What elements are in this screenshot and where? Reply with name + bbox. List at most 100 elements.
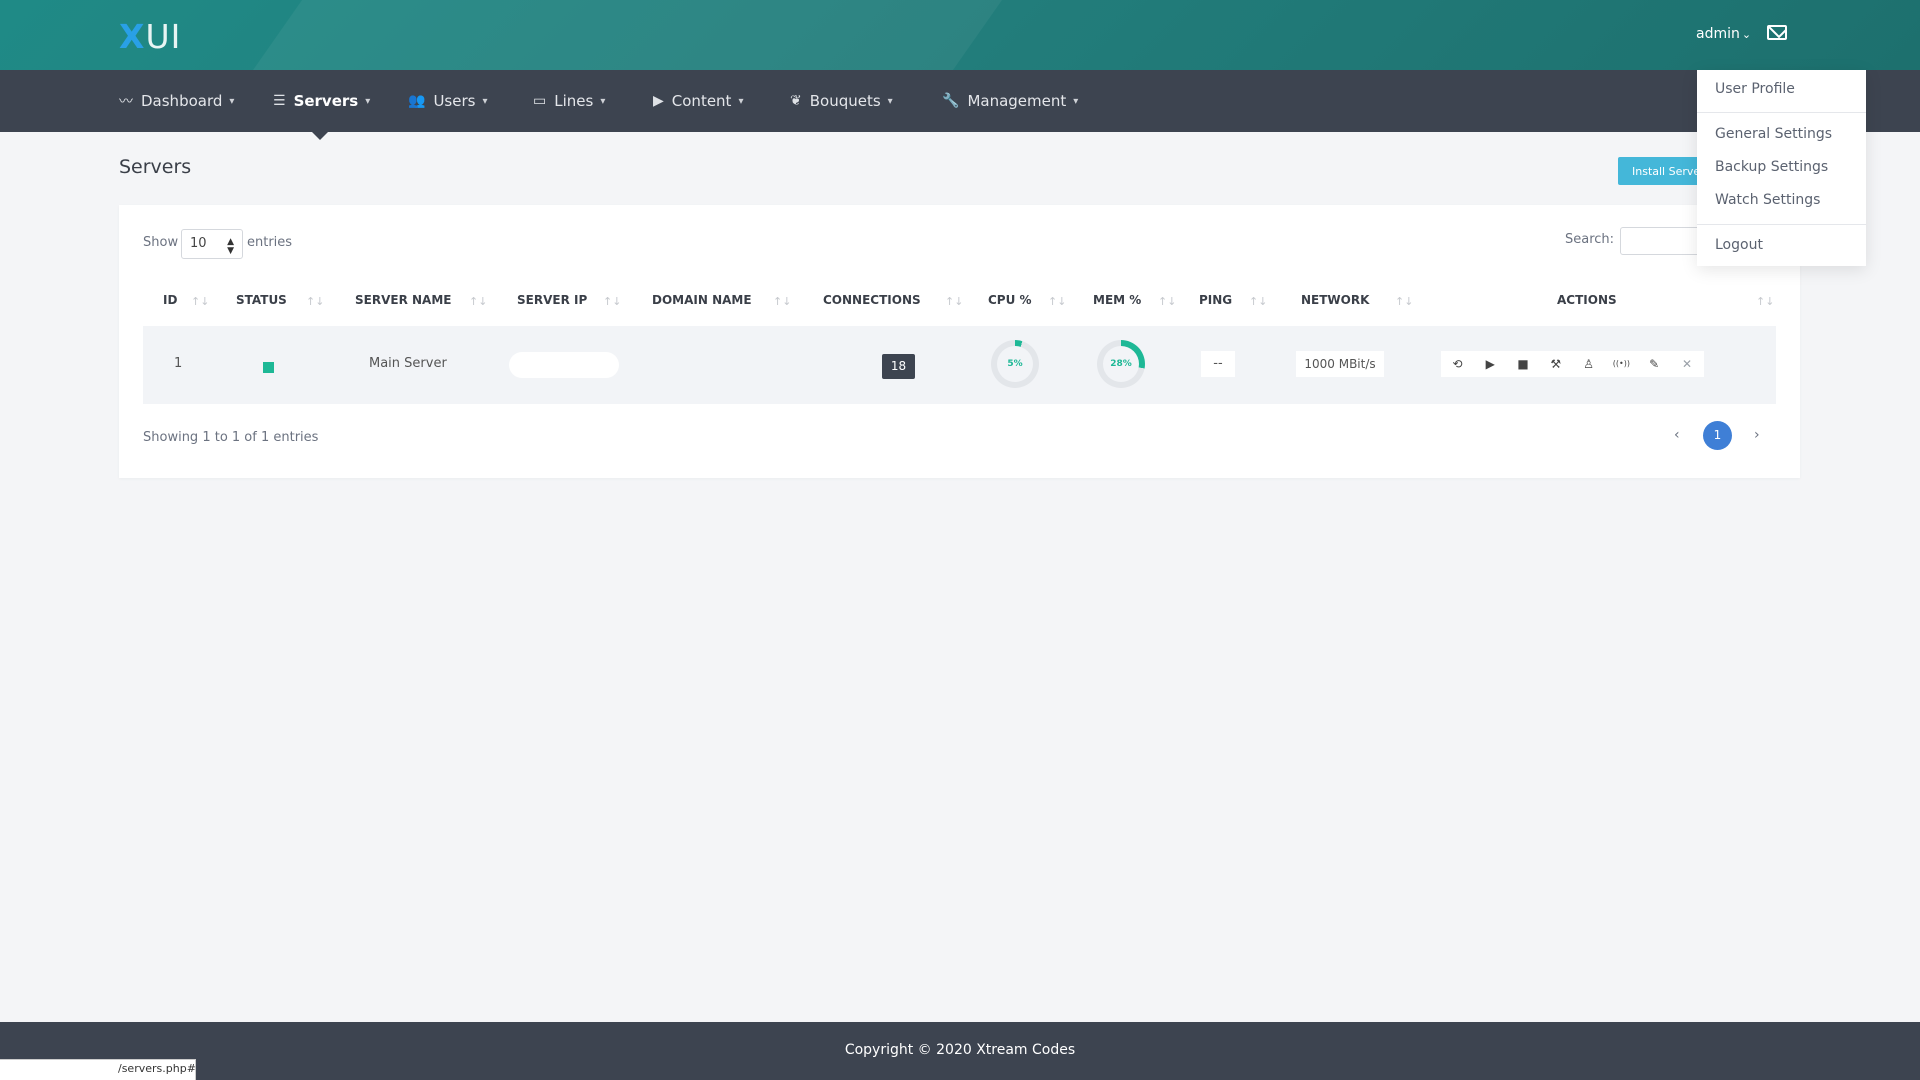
page-title: Servers [119,156,192,178]
nav-label: Users [433,92,476,110]
search-label: Search: [1565,232,1615,247]
menu-item-backup-settings[interactable]: Backup Settings [1715,159,1828,175]
column-header-id[interactable]: ID [163,293,177,307]
sort-icon[interactable]: ↑↓ [1158,295,1176,308]
nav-item-management[interactable]: 🔧 Management ▾ [942,70,1078,132]
chevron-down-icon: ▾ [738,95,744,107]
users-icon: 👥 [408,93,426,109]
sort-icon[interactable]: ↑↓ [469,295,487,308]
cpu-usage-gauge: 5% [991,340,1039,388]
nav-label: Management [967,92,1067,110]
sort-icon[interactable]: ↑↓ [945,295,963,308]
sort-icon[interactable]: ↑↓ [1048,295,1066,308]
column-header-status[interactable]: STATUS [236,293,287,307]
cell-server-name: Main Server [369,356,447,371]
tools-icon[interactable]: ⚒ [1539,351,1572,377]
chevron-down-icon: ▾ [1073,95,1079,107]
browser-status-url: /servers.php# [118,1062,196,1075]
activity-icon: 〰 [119,94,133,110]
wrench-icon: 🔧 [942,93,960,109]
nav-label: Dashboard [141,92,223,110]
broadcast-icon[interactable]: ((•)) [1605,351,1638,377]
pagination-prev-icon[interactable]: ‹ [1674,427,1680,443]
logo-text: UI [145,17,182,56]
cell-id: 1 [174,356,183,371]
footer-copyright: Copyright © 2020 Xtream Codes [844,1042,1076,1058]
pagination-next-icon[interactable]: › [1754,427,1760,443]
main-nav: 〰 Dashboard ▾ ☰ Servers ▾ 👥 Users ▾ ▭ Li… [0,70,1920,132]
nav-label: Content [671,92,732,110]
entries-per-page-select[interactable]: 10 ▲ ▼ [181,229,243,259]
column-header-server-name[interactable]: SERVER NAME [355,293,451,307]
monitor-icon: ▭ [533,93,547,109]
sort-icon[interactable]: ↑↓ [306,295,324,308]
cell-server-ip [509,352,619,378]
bouquet-icon: ❦ [790,93,802,109]
chevron-down-icon: ⌄ [1741,28,1752,41]
edit-icon[interactable]: ✎ [1638,351,1671,377]
column-header-server-ip[interactable]: SERVER IP [517,293,587,307]
show-label: Show [143,235,179,250]
status-online-icon [263,362,274,373]
brand-logo[interactable]: XUI [119,17,181,56]
column-header-cpu[interactable]: CPU % [988,293,1032,307]
menu-divider [1697,112,1866,113]
select-arrows-icon: ▲ ▼ [227,237,234,256]
chevron-down-icon: ▾ [365,95,371,107]
mem-usage-gauge: 28% [1097,340,1145,388]
sort-icon[interactable]: ↑↓ [1756,295,1774,308]
nav-item-lines[interactable]: ▭ Lines ▾ [533,70,605,132]
network-badge: 1000 MBit/s [1296,351,1384,377]
nav-item-users[interactable]: 👥 Users ▾ [408,70,487,132]
top-header: XUI admin ⌄ [0,0,1920,70]
nav-item-dashboard[interactable]: 〰 Dashboard ▾ [119,70,234,132]
menu-item-logout[interactable]: Logout [1715,237,1763,253]
restart-services-icon[interactable]: ⟲ [1441,351,1474,377]
user-menu-toggle[interactable]: admin ⌄ [1696,26,1751,42]
chevron-down-icon: ▾ [600,95,606,107]
logo-x: X [119,17,146,56]
nav-item-bouquets[interactable]: ❦ Bouquets ▾ [790,70,893,132]
pagination-info: Showing 1 to 1 of 1 entries [143,430,319,445]
menu-item-general-settings[interactable]: General Settings [1715,126,1832,142]
menu-item-user-profile[interactable]: User Profile [1715,81,1795,97]
sort-icon[interactable]: ↑↓ [603,295,621,308]
menu-divider [1697,224,1866,225]
active-nav-indicator [312,132,328,140]
stop-icon[interactable]: ■ [1507,351,1540,377]
sort-icon[interactable]: ↑↓ [773,295,791,308]
sort-icon[interactable]: ↑↓ [1395,295,1413,308]
chevron-down-icon: ▾ [887,95,893,107]
mem-usage-label: 28% [1103,346,1139,382]
menu-item-watch-settings[interactable]: Watch Settings [1715,192,1820,208]
user-dropdown-menu: User Profile General Settings Backup Set… [1697,70,1866,266]
nav-label: Lines [554,92,594,110]
table-row: 1 Main Server 18 5% 28% -- 1000 MBit/s ⟲… [143,326,1776,404]
column-header-ping[interactable]: PING [1199,293,1232,307]
pagination-page[interactable]: 1 [1703,421,1732,450]
nav-item-servers[interactable]: ☰ Servers ▾ [273,70,370,132]
connections-badge[interactable]: 18 [882,354,915,379]
column-header-network[interactable]: NETWORK [1301,293,1369,307]
sort-icon[interactable]: ↑↓ [191,295,209,308]
column-header-actions[interactable]: ACTIONS [1557,293,1617,307]
chevron-down-icon: ▾ [229,95,235,107]
user-icon[interactable]: ♙ [1572,351,1605,377]
nav-label: Bouquets [809,92,881,110]
cpu-usage-label: 5% [997,346,1033,382]
column-header-mem[interactable]: MEM % [1093,293,1141,307]
column-header-domain-name[interactable]: DOMAIN NAME [652,293,752,307]
entries-value: 10 [190,236,207,251]
delete-icon[interactable]: ✕ [1671,351,1704,377]
start-icon[interactable]: ▶ [1474,351,1507,377]
sort-icon[interactable]: ↑↓ [1249,295,1267,308]
mail-icon[interactable] [1767,25,1787,40]
footer: Copyright © 2020 Xtream Codes [0,1022,1920,1080]
nav-label: Servers [293,92,359,110]
nav-item-content[interactable]: ▶ Content ▾ [653,70,743,132]
ping-badge: -- [1201,351,1235,377]
header-decoration [189,0,1031,70]
server-icon: ☰ [273,93,286,109]
username-label: admin [1696,26,1740,42]
column-header-connections[interactable]: CONNECTIONS [823,293,921,307]
